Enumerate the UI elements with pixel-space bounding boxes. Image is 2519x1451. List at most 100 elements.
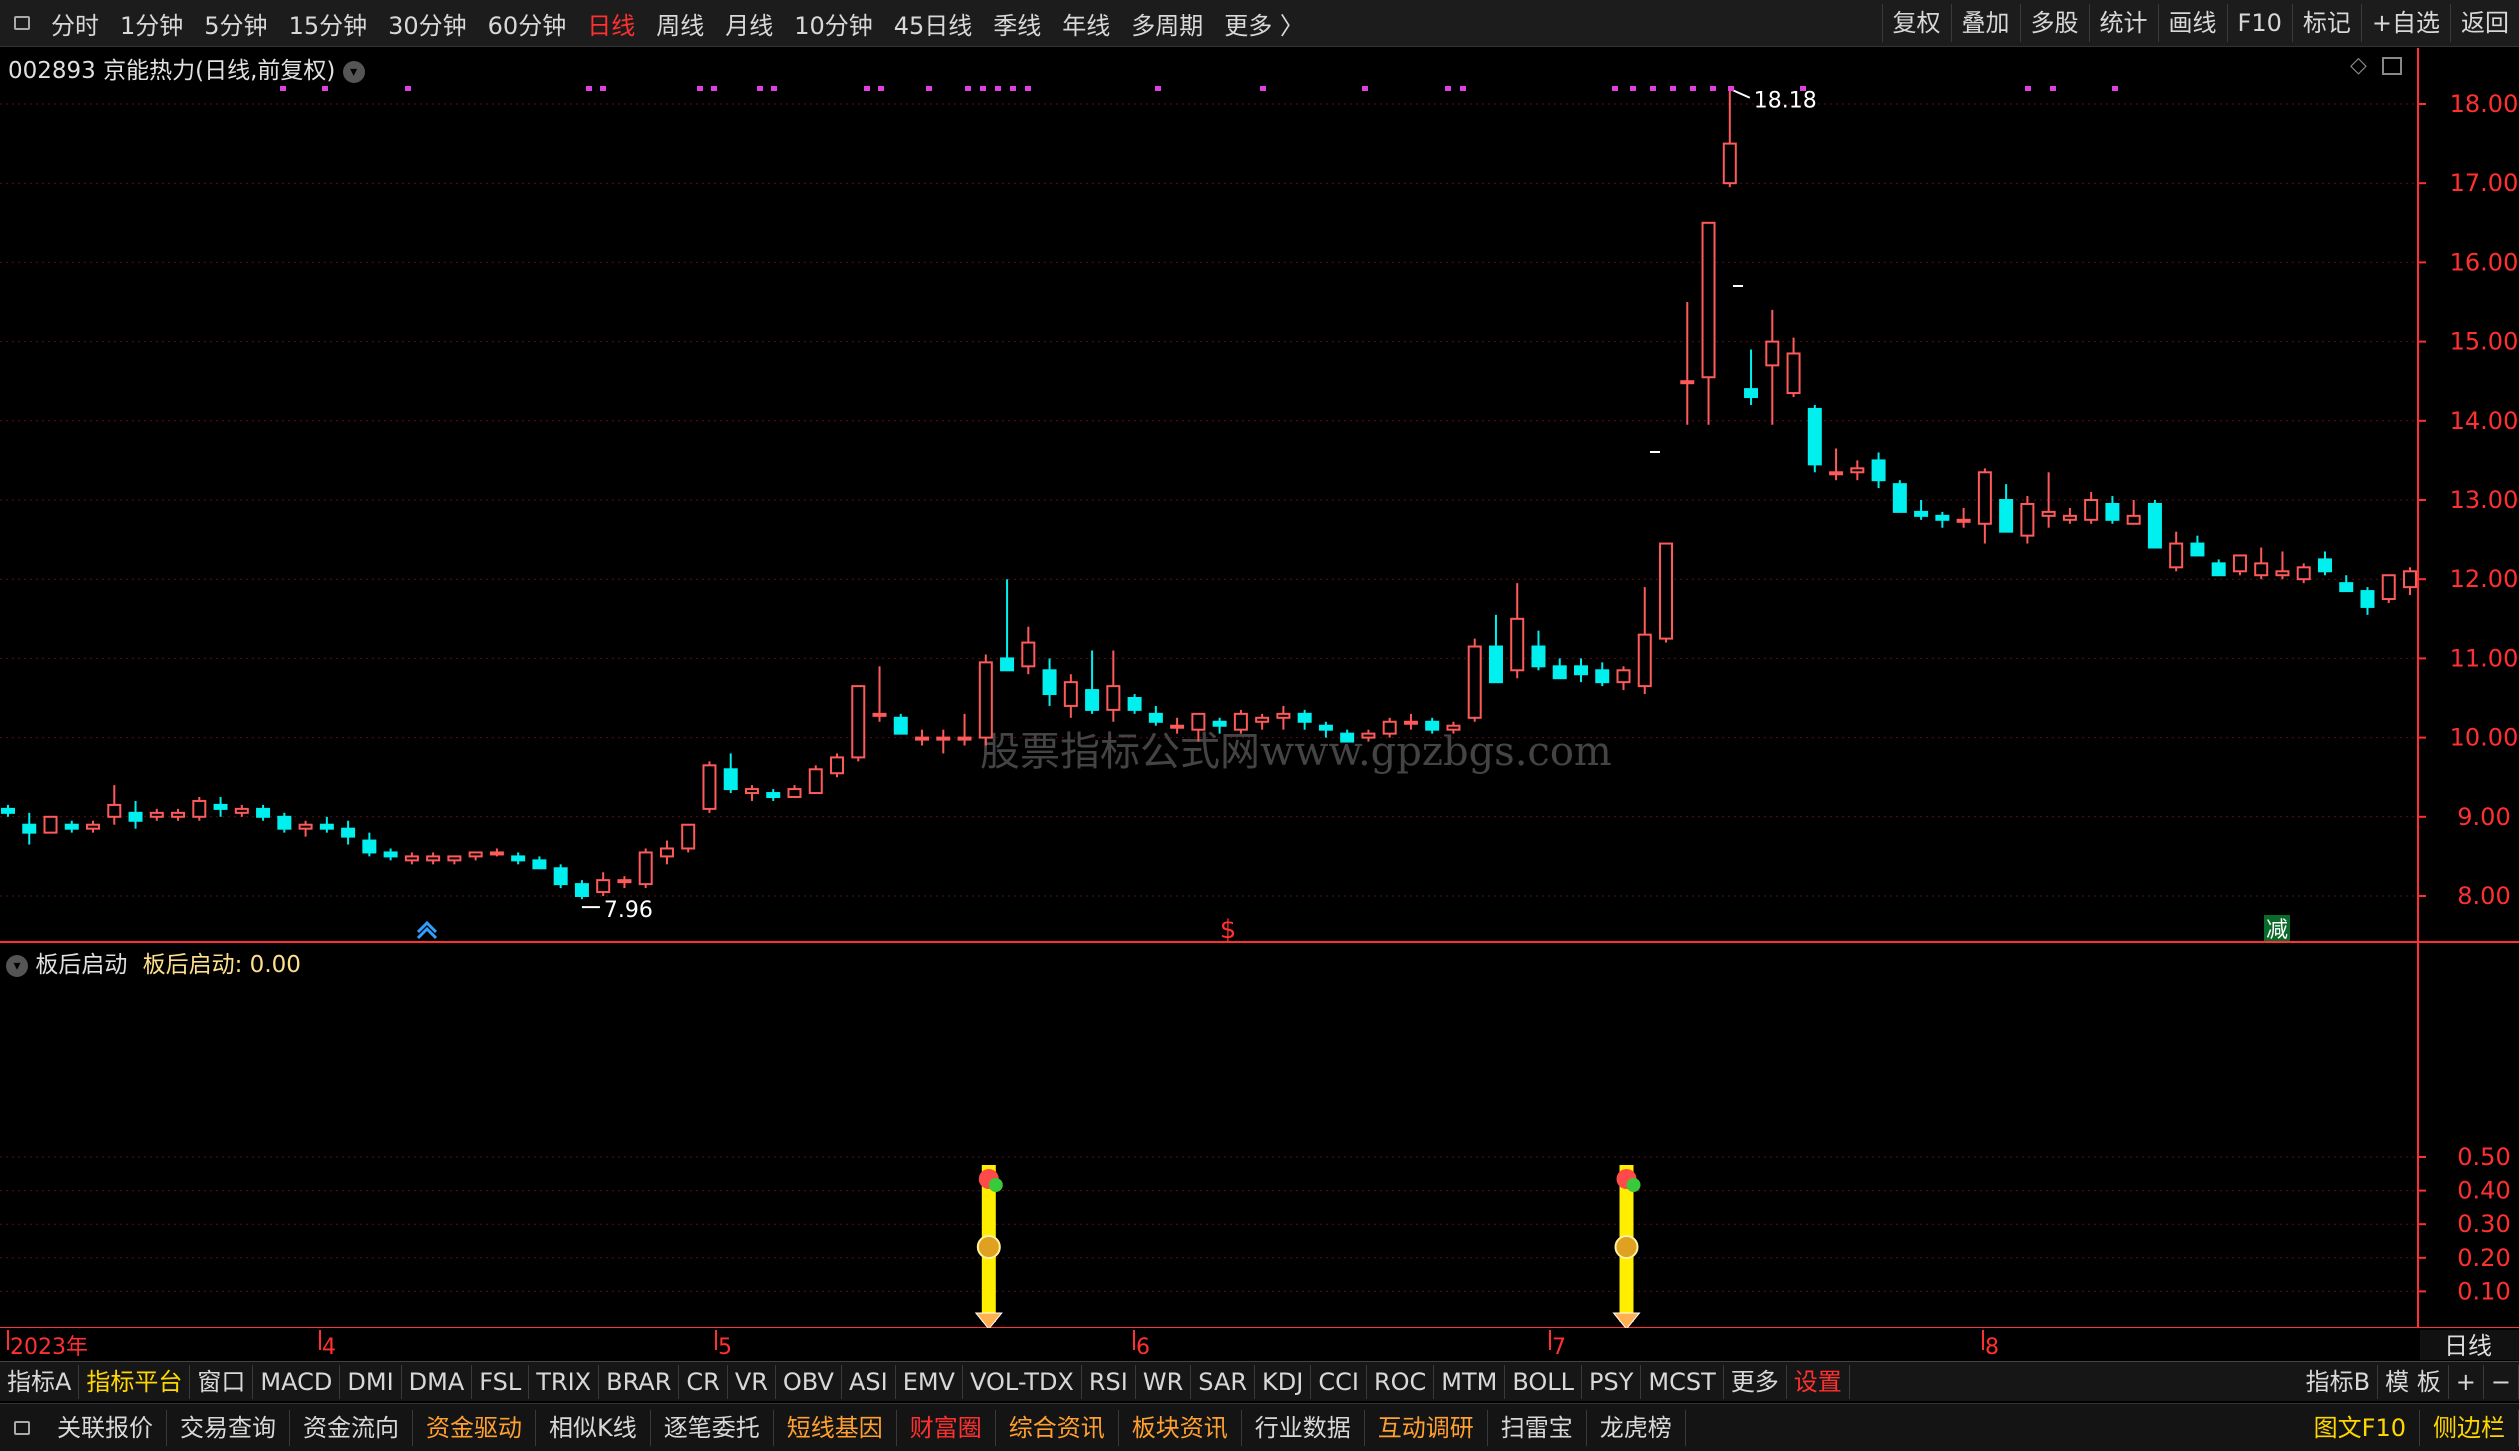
- period-tab[interactable]: 60分钟: [488, 6, 567, 41]
- candle-down: [2360, 590, 2375, 608]
- candle-down: [64, 823, 79, 830]
- indicator-tab[interactable]: MCST: [1641, 1364, 1724, 1399]
- period-tab[interactable]: 45日线: [894, 6, 973, 41]
- toolbar-button[interactable]: +自选: [2360, 4, 2450, 42]
- indicator-tab[interactable]: 设置: [1787, 1364, 1850, 1399]
- candle-up: [1786, 352, 1801, 395]
- signal-dot: [711, 86, 717, 91]
- period-tab[interactable]: 分时: [51, 6, 99, 41]
- function-tab[interactable]: 关联报价: [44, 1409, 167, 1446]
- panel-menu-icon[interactable]: [14, 1420, 30, 1435]
- toolbar-button[interactable]: 叠加: [1950, 4, 2020, 42]
- function-tab[interactable]: 相似K线: [536, 1409, 651, 1446]
- candle-up: [1659, 542, 1674, 640]
- period-tab[interactable]: 年线: [1062, 6, 1110, 41]
- period-tab[interactable]: 多周期: [1131, 6, 1203, 41]
- indicator-tab[interactable]: BRAR: [599, 1364, 680, 1399]
- indicator-right-button[interactable]: 指标B: [2299, 1364, 2379, 1399]
- indicator-tab[interactable]: 窗口: [190, 1364, 254, 1399]
- toolbar-button[interactable]: 复权: [1881, 4, 1951, 42]
- period-tab[interactable]: 日线: [587, 6, 635, 41]
- indicator-tab[interactable]: MTM: [1434, 1364, 1506, 1399]
- indicator-tab[interactable]: OBV: [776, 1364, 842, 1399]
- chevron-down-icon[interactable]: ▾: [6, 954, 28, 977]
- indicator-tab[interactable]: BOLL: [1505, 1364, 1583, 1399]
- indicator-tab[interactable]: SAR: [1191, 1364, 1256, 1399]
- period-tab[interactable]: 10分钟: [794, 6, 873, 41]
- indicator-tab[interactable]: 指标平台: [79, 1364, 191, 1399]
- period-tab[interactable]: 周线: [656, 6, 704, 41]
- period-tab[interactable]: 更多 〉: [1224, 6, 1304, 41]
- candle-up: [2041, 510, 2056, 517]
- kline-chart[interactable]: 18.00 17.00 16.00 15.00 14.00 13.00 12.00 11.00…: [0, 47, 2519, 1361]
- function-tabs: 关联报价 交易查询 资金流向 资金驱动 相似K线 逐笔委托 短线基因 财富圈 综合资讯 板块资讯行…: [44, 1409, 1686, 1446]
- toolbar-button[interactable]: 多股: [2019, 4, 2089, 42]
- indicator-tab[interactable]: ASI: [842, 1364, 896, 1399]
- function-tab[interactable]: 交易查询: [167, 1409, 290, 1446]
- function-tab[interactable]: 财富圈: [897, 1409, 996, 1446]
- indicator-tab[interactable]: RSI: [1082, 1364, 1136, 1399]
- indicator-tab[interactable]: DMI: [340, 1364, 402, 1399]
- candle-up: [1106, 685, 1121, 711]
- indicator-tab[interactable]: FSL: [472, 1364, 530, 1399]
- function-right-button[interactable]: 图文F10: [2301, 1409, 2420, 1446]
- candle-up: [468, 851, 483, 858]
- toolbar-button[interactable]: 返回: [2450, 4, 2519, 42]
- function-tab[interactable]: 互动调研: [1365, 1409, 1488, 1446]
- panel-toggle-icon[interactable]: [2381, 57, 2402, 75]
- toolbar-button[interactable]: 统计: [2088, 4, 2158, 42]
- function-tab[interactable]: 资金流向: [290, 1409, 413, 1446]
- indicator-right-button[interactable]: +: [2449, 1364, 2484, 1399]
- period-tab[interactable]: 15分钟: [289, 6, 368, 41]
- indicator-tab[interactable]: CR: [679, 1364, 728, 1399]
- indicator-tab[interactable]: KDJ: [1255, 1364, 1312, 1399]
- indicator-tab[interactable]: PSY: [1582, 1364, 1642, 1399]
- indicator-right-button[interactable]: −: [2484, 1364, 2519, 1399]
- time-label: 6: [1136, 1335, 1150, 1360]
- indicator-tab[interactable]: ROC: [1367, 1364, 1435, 1399]
- function-tab[interactable]: 综合资讯: [996, 1409, 1119, 1446]
- signal-dot: [1155, 86, 1161, 91]
- function-tab[interactable]: 短线基因: [774, 1409, 897, 1446]
- candle-up: [1956, 518, 1971, 523]
- function-tab[interactable]: 资金驱动: [413, 1409, 536, 1446]
- indicator-right-button[interactable]: 模 板: [2378, 1364, 2449, 1399]
- indicator-tab[interactable]: WR: [1136, 1364, 1192, 1399]
- toolbar-button[interactable]: F10: [2226, 4, 2292, 42]
- watermark: 股票指标公式网www.gpzbgs.com: [980, 729, 1612, 775]
- indicator-tab[interactable]: 指标A: [0, 1364, 80, 1399]
- indicator-tab[interactable]: MACD: [253, 1364, 341, 1399]
- indicator-tab[interactable]: VOL-TDX: [963, 1364, 1082, 1399]
- signal-dot: [1690, 86, 1696, 91]
- chevron-down-icon[interactable]: ▾: [342, 60, 365, 83]
- candle-up: [2020, 502, 2035, 537]
- candle-up: [978, 661, 993, 739]
- candle-up: [872, 712, 887, 717]
- toolbar-button[interactable]: 标记: [2291, 4, 2361, 42]
- period-tab[interactable]: 30分钟: [388, 6, 467, 41]
- indicator-tab[interactable]: 更多: [1724, 1364, 1787, 1399]
- toolbar-button[interactable]: 画线: [2157, 4, 2227, 42]
- function-tab[interactable]: 龙虎榜: [1587, 1409, 1686, 1446]
- function-tab[interactable]: 扫雷宝: [1488, 1409, 1587, 1446]
- diamond-outline-icon[interactable]: ◇: [2350, 53, 2367, 78]
- period-tab[interactable]: 1分钟: [120, 6, 183, 41]
- indicator-tab[interactable]: VR: [728, 1364, 776, 1399]
- indicator-tab[interactable]: EMV: [896, 1364, 963, 1399]
- indicator-tab[interactable]: CCI: [1311, 1364, 1367, 1399]
- function-tab[interactable]: 板块资讯: [1119, 1409, 1242, 1446]
- price-tick-label: 17.00: [2450, 169, 2519, 197]
- candle-down: [1531, 645, 1546, 668]
- period-tab[interactable]: 5分钟: [204, 6, 267, 41]
- function-tab[interactable]: 逐笔委托: [651, 1409, 774, 1446]
- function-right-button[interactable]: 侧边栏: [2420, 1409, 2519, 1446]
- candle-down: [1425, 720, 1440, 731]
- candle-up: [2126, 514, 2141, 525]
- menu-icon[interactable]: [14, 16, 30, 30]
- period-tab[interactable]: 月线: [725, 6, 773, 41]
- dollar-marker: $: [1220, 915, 1237, 945]
- indicator-tab[interactable]: DMA: [402, 1364, 473, 1399]
- function-tab[interactable]: 行业数据: [1242, 1409, 1365, 1446]
- indicator-tab[interactable]: TRIX: [529, 1364, 600, 1399]
- period-tab[interactable]: 季线: [993, 6, 1041, 41]
